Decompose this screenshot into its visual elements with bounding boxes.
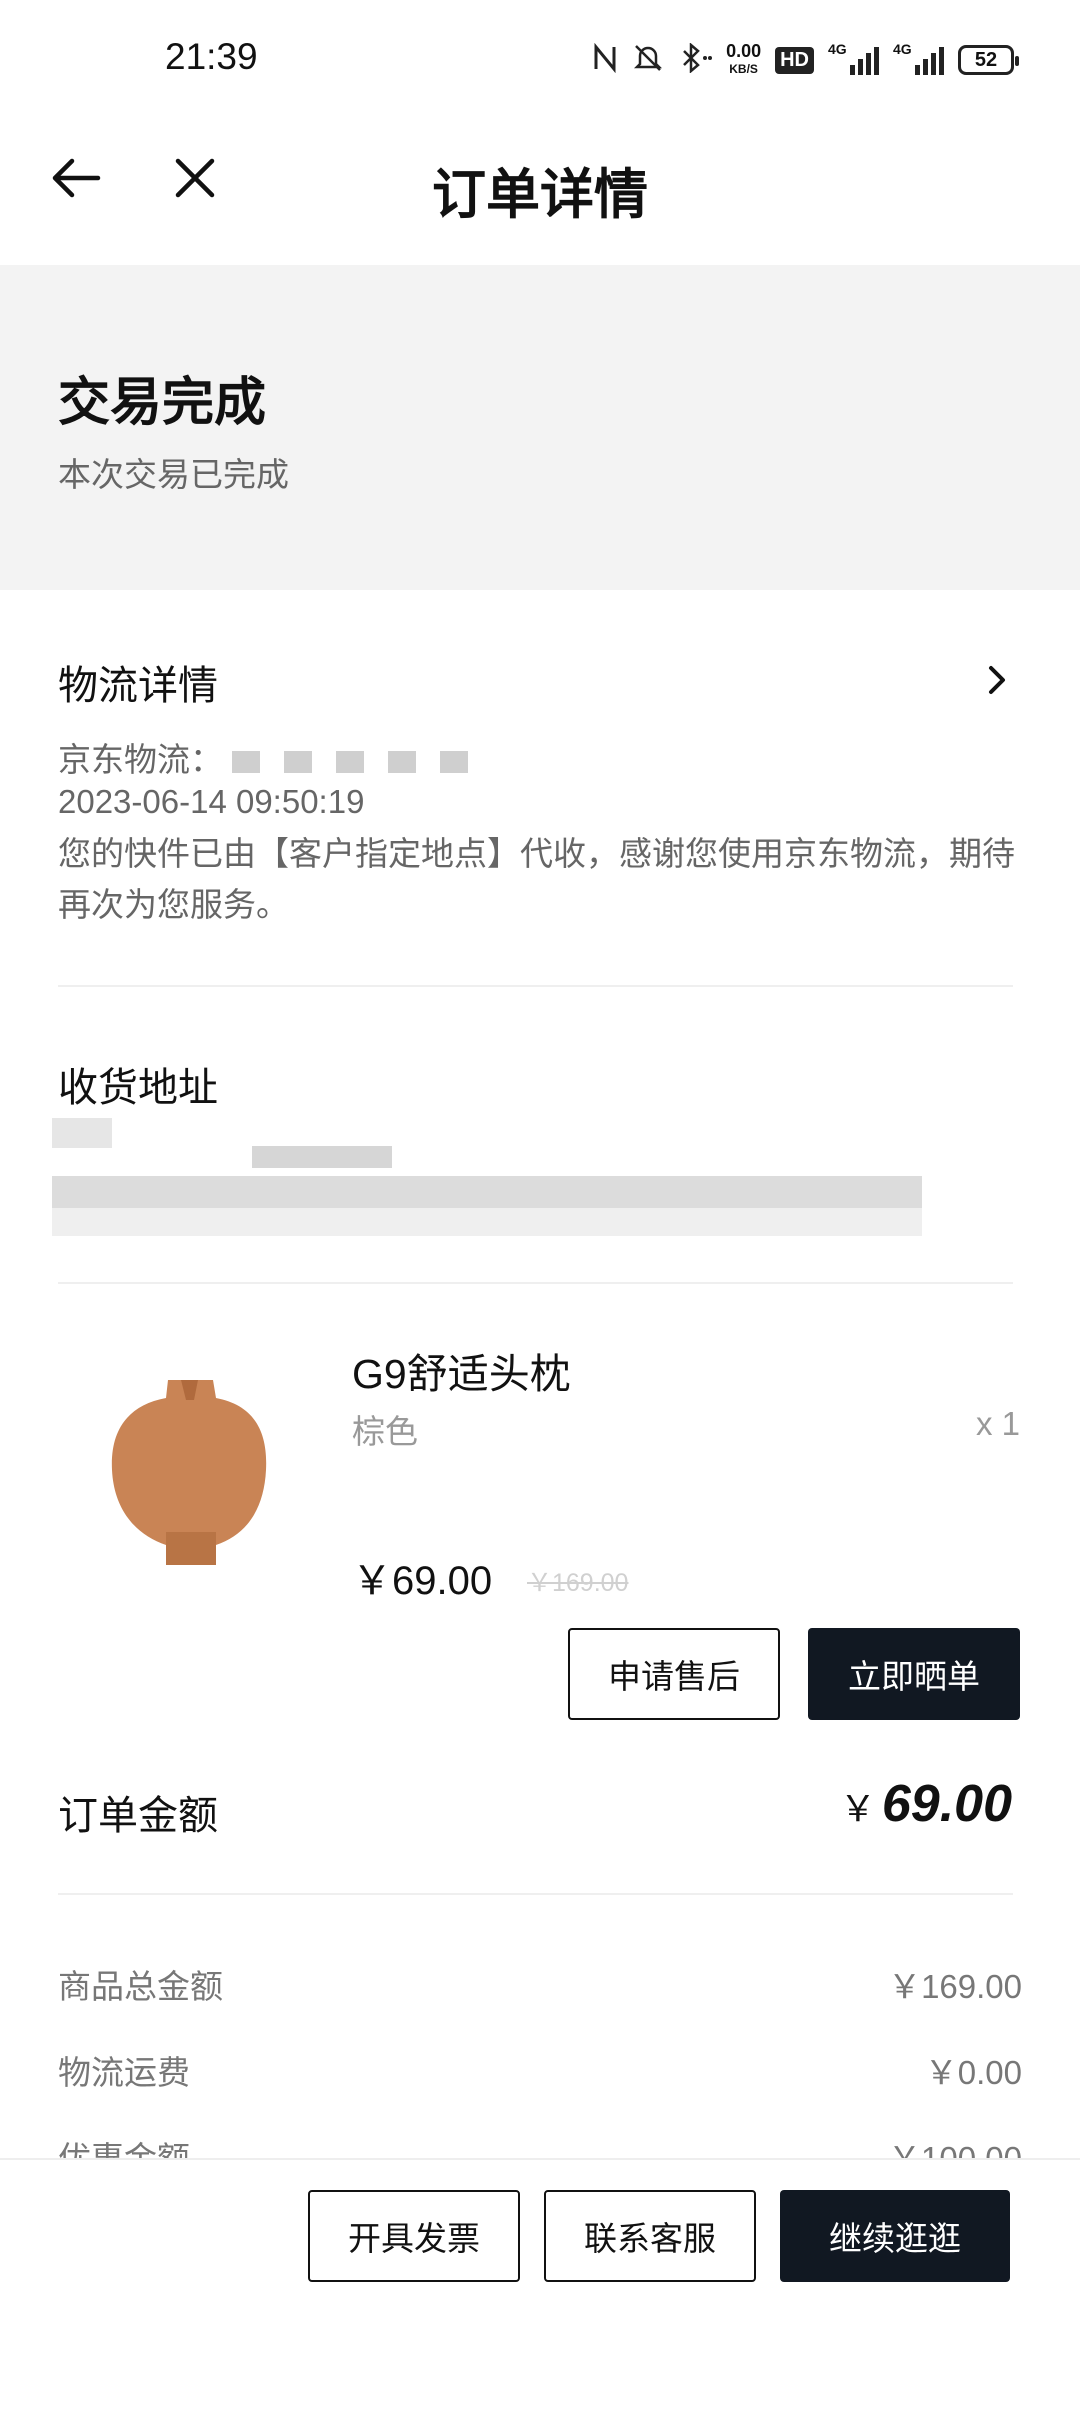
shipping-fee-value: ￥0.00 [924, 2054, 1022, 2091]
logistics-carrier: 京东物流： [58, 733, 492, 781]
status-bar: 21:39 0.00 KB/S HD 4G 4G 52 [0, 0, 1080, 120]
signal-icon: 4G [893, 41, 944, 75]
signal-icon: 4G [828, 41, 879, 75]
order-status-banner: 交易完成 本次交易已完成 [0, 265, 1080, 590]
status-icons: 0.00 KB/S HD 4G 4G 52 [592, 38, 1019, 82]
continue-shopping-button[interactable]: 继续逛逛 [780, 2190, 1010, 2282]
divider [58, 1282, 1013, 1284]
hd-icon: HD [775, 46, 814, 74]
subtotal-value: ￥169.00 [888, 1968, 1022, 2005]
net-speed: 0.00 KB/S [726, 42, 761, 78]
signal-label: 4G [893, 41, 912, 57]
after-sale-button[interactable]: 申请售后 [568, 1628, 780, 1720]
invoice-button[interactable]: 开具发票 [308, 2190, 520, 2282]
battery-icon: 52 [958, 45, 1019, 75]
chevron-right-icon[interactable] [980, 660, 1014, 700]
order-status-subtitle: 本次交易已完成 [58, 456, 289, 493]
post-review-button[interactable]: 立即晒单 [808, 1628, 1020, 1720]
signal-label: 4G [828, 41, 847, 57]
product-variant: 棕色 [352, 1413, 418, 1450]
logistics-carrier-label: 京东物流： [58, 741, 223, 778]
logistics-timestamp: 2023-06-14 09:50:19 [58, 783, 365, 820]
bluetooth-icon [678, 41, 713, 78]
order-total-amount: 69.00 [881, 1775, 1012, 1833]
product-original-price: ￥169.00 [527, 1569, 629, 1597]
address-title: 收货地址 [58, 1066, 218, 1110]
product-image[interactable] [88, 1360, 288, 1580]
product-quantity: x 1 [975, 1405, 1020, 1442]
address-redacted [52, 1118, 922, 1238]
logistics-message: 您的快件已由【客户指定地点】代收，感谢您使用京东物流，期待再次为您服务。 [58, 835, 1015, 923]
order-status-title: 交易完成 [58, 374, 267, 432]
page-title: 订单详情 [432, 165, 648, 225]
order-total-currency: ￥ [839, 1788, 876, 1829]
subtotal-label: 商品总金额 [58, 1968, 223, 2005]
nav-bar: 订单详情 [0, 120, 1080, 265]
divider [58, 985, 1013, 987]
product-name[interactable]: G9舒适头枕 [352, 1340, 571, 1400]
order-total-value: ￥ 69.00 [840, 1774, 1012, 1834]
product-price: ￥69.00 [352, 1559, 493, 1603]
tracking-number-redacted [232, 743, 492, 781]
order-total-label: 订单金额 [58, 1794, 218, 1838]
mute-icon [632, 42, 664, 79]
logistics-title[interactable]: 物流详情 [58, 653, 218, 711]
nfc-icon [592, 42, 618, 78]
shipping-fee-label: 物流运费 [58, 2054, 190, 2091]
status-time: 21:39 [165, 36, 258, 77]
customer-service-button[interactable]: 联系客服 [544, 2190, 756, 2282]
net-speed-value: 0.00 [726, 41, 762, 61]
net-speed-unit: KB/S [729, 62, 758, 76]
divider [58, 1893, 1013, 1895]
